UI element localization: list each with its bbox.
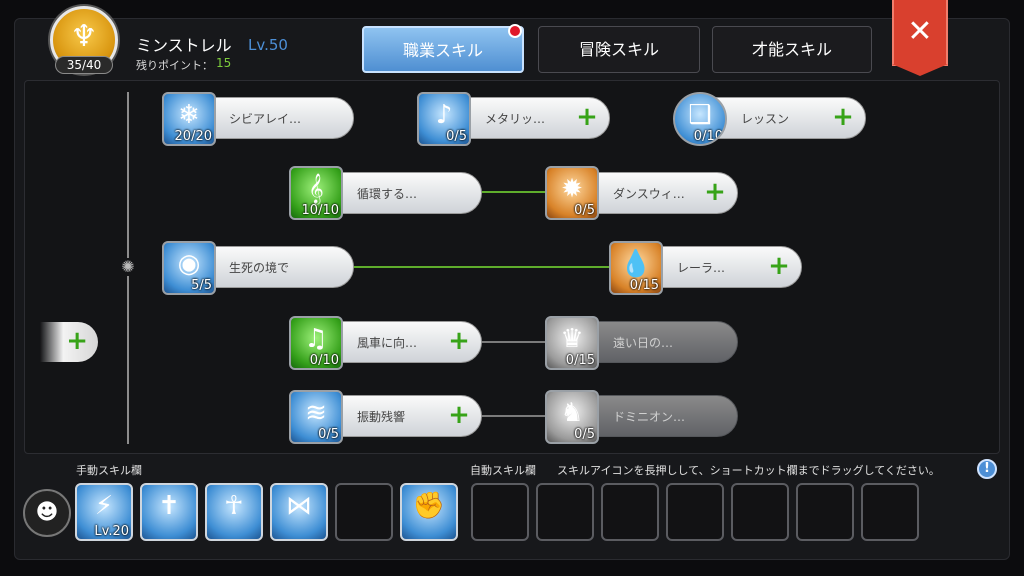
treble-clef-icon[interactable]: 𝄞 10/10 — [289, 166, 343, 220]
ice-shards-icon[interactable]: ❄ 20/20 — [162, 92, 216, 146]
slot-level: Lv.20 — [94, 524, 129, 539]
tab-adventure-skills[interactable]: 冒険スキル — [538, 26, 700, 73]
points-value: 15 — [216, 56, 232, 70]
skill-name: メタリッ… — [485, 112, 546, 126]
empty-manual-slot[interactable] — [335, 483, 393, 541]
ribbon-aura-icon[interactable]: ⋈ — [270, 483, 328, 541]
auto-slot[interactable] — [601, 483, 659, 541]
emblem-count: 35/40 — [55, 56, 113, 74]
avatar[interactable]: ☻ — [23, 489, 71, 537]
add-skill-button[interactable]: + — [575, 104, 599, 130]
points-label: 残りポイント： — [136, 59, 213, 72]
notification-dot — [508, 24, 522, 38]
auto-slot[interactable] — [796, 483, 854, 541]
water-drop-icon[interactable]: 💧 0/15 — [609, 241, 663, 295]
manual-bar-label: 手動スキル欄 — [76, 464, 142, 477]
skill-name: レーラ… — [677, 261, 726, 275]
skill-name: 遠い日の… — [613, 336, 674, 350]
job-name: ミンストレル — [136, 36, 232, 55]
close-icon: ✕ — [907, 14, 933, 49]
raised-fist-icon[interactable]: ✊ — [400, 483, 458, 541]
auto-slot[interactable] — [471, 483, 529, 541]
skill-level: 0/15 — [565, 353, 595, 368]
skill-name: 振動残響 — [357, 410, 406, 424]
add-skill-button[interactable]: + — [767, 253, 791, 279]
resonance-waves-icon[interactable]: ≋ 0/5 — [289, 390, 343, 444]
winged-demon-icon[interactable]: ♞ 0/5 — [545, 390, 599, 444]
job-level: Lv.50 — [248, 36, 288, 54]
howling-wolf-icon[interactable]: ✹ 0/5 — [545, 166, 599, 220]
auto-slot[interactable] — [666, 483, 724, 541]
skill-name: シビアレイ… — [229, 112, 302, 126]
help-icon[interactable]: ! — [977, 459, 997, 479]
skill-name: 循環する… — [357, 187, 418, 201]
crowned-figure-icon[interactable]: ♛ 0/15 — [545, 316, 599, 370]
skill-level: 0/10 — [693, 129, 723, 144]
add-skill-button[interactable]: + — [831, 104, 855, 130]
fish-bubble-icon[interactable]: ◉ 5/5 — [162, 241, 216, 295]
plus-icon: + — [66, 326, 88, 356]
music-notes-icon[interactable]: ♫ 0/10 — [289, 316, 343, 370]
lightning-burst-icon[interactable]: ⚡ Lv.20 — [75, 483, 133, 541]
auto-bar-label: 自動スキル欄 — [470, 464, 536, 477]
close-button[interactable]: ✕ — [892, 0, 948, 76]
skill-level: 20/20 — [174, 129, 212, 144]
auto-slot[interactable] — [861, 483, 919, 541]
skill-level: 0/5 — [318, 427, 339, 442]
add-skill-button[interactable]: + — [447, 328, 471, 354]
skill-name: ドミニオン… — [613, 410, 686, 424]
link-line — [482, 415, 546, 417]
open-book-icon[interactable]: ❑ 0/10 — [673, 92, 727, 146]
skill-name: 風車に向… — [357, 336, 418, 350]
skill-name: ダンスウィ… — [613, 187, 685, 201]
skill-level: 0/15 — [629, 278, 659, 293]
add-skill-button[interactable]: + — [447, 402, 471, 428]
axis-ornament-icon: ✺ — [119, 258, 137, 276]
skill-level: 10/10 — [301, 203, 339, 218]
link-line — [354, 266, 610, 268]
skill-level: 5/5 — [191, 278, 212, 293]
link-line — [482, 341, 546, 343]
tab-job-skills[interactable]: 職業スキル — [362, 26, 524, 73]
tab-talent-skills[interactable]: 才能スキル — [712, 26, 872, 73]
drag-hint: スキルアイコンを長押しして、ショートカット欄までドラッグしてください。 — [557, 464, 940, 477]
add-skill-button[interactable]: + — [703, 179, 727, 205]
auto-slot[interactable] — [731, 483, 789, 541]
singing-voice-icon[interactable]: ♪ 0/5 — [417, 92, 471, 146]
skill-level: 0/5 — [574, 203, 595, 218]
revival-icon[interactable]: ☥ — [205, 483, 263, 541]
auto-slot[interactable] — [536, 483, 594, 541]
side-add-button[interactable]: + — [40, 322, 98, 362]
skill-name: 生死の境で — [229, 261, 290, 275]
skill-level: 0/5 — [574, 427, 595, 442]
skill-name: レッスン — [741, 112, 790, 126]
skill-level: 0/10 — [309, 353, 339, 368]
link-line — [482, 191, 546, 193]
skill-level: 0/5 — [446, 129, 467, 144]
holy-circle-icon[interactable]: ✝ — [140, 483, 198, 541]
